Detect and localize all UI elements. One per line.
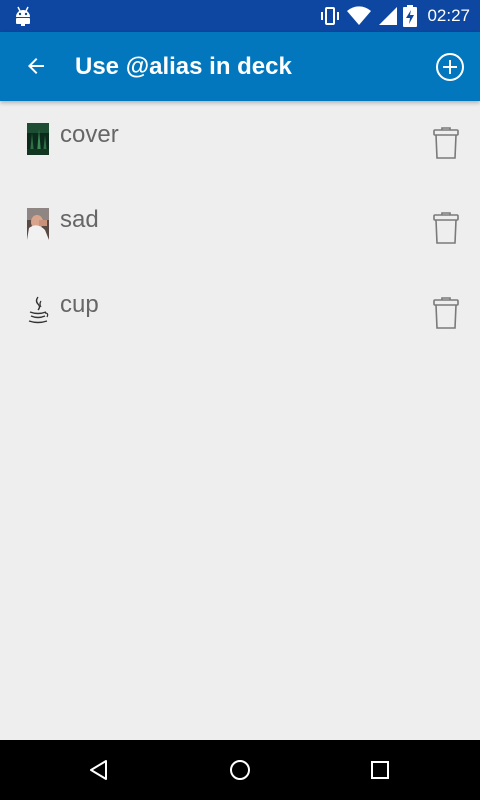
delete-alias-button[interactable] [426,208,466,248]
list-item[interactable]: sad [0,186,480,271]
java-cup-icon [28,296,49,324]
arrow-back-icon [28,58,44,74]
add-alias-button[interactable] [430,47,470,87]
vibrate-icon [321,7,340,25]
add-circle-icon [436,53,464,81]
home-circle-icon [230,760,250,780]
list-item[interactable]: cover [0,101,480,186]
alias-list: cover sad cup [0,101,480,356]
signal-icon [379,7,398,25]
status-bar: 02:27 [0,0,480,32]
recents-square-icon [371,761,389,779]
list-item[interactable]: cup [0,271,480,356]
nav-recents-button[interactable] [360,750,400,790]
alias-label: cover [60,121,119,148]
page-title: Use @alias in deck [75,53,292,80]
forest-cover-thumbnail [27,123,49,155]
sad-person-thumbnail [27,208,49,240]
trash-icon [433,127,459,159]
back-triangle-icon [90,760,107,780]
nav-back-button[interactable] [79,750,119,790]
alias-label: sad [60,206,99,233]
nav-home-button[interactable] [220,750,260,790]
alias-label: cup [60,291,99,318]
wifi-icon [347,6,372,26]
navigation-bar [0,740,480,800]
delete-alias-button[interactable] [426,123,466,163]
trash-icon [433,212,459,244]
trash-icon [433,297,459,329]
back-button[interactable] [16,46,56,86]
delete-alias-button[interactable] [426,293,466,333]
status-time: 02:27 [427,6,470,25]
app-bar: Use @alias in deck [0,32,480,101]
android-icon [16,6,30,26]
battery-charging-icon [403,5,418,27]
